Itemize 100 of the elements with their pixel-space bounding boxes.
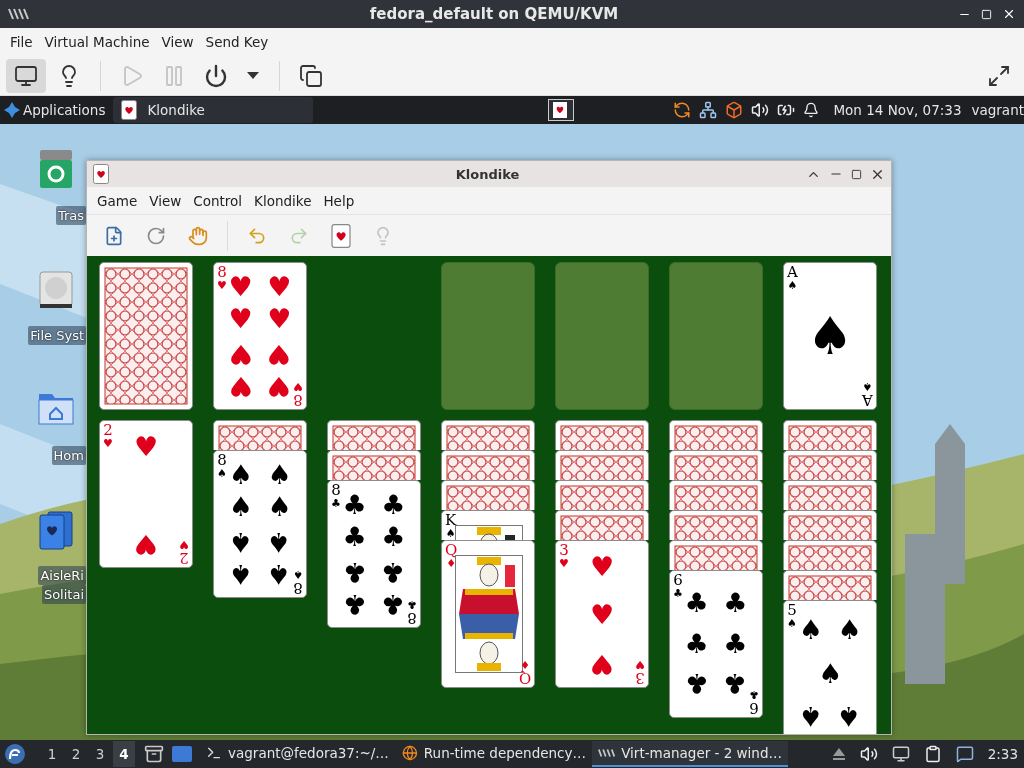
clipboard-icon[interactable] <box>923 745 942 763</box>
playing-card[interactable]: 2 ♥ 2 ♥ ♥ ♥ <box>99 420 193 568</box>
card-rank: 8 <box>293 580 303 595</box>
card-icon[interactable] <box>548 99 575 121</box>
card-back[interactable] <box>783 480 877 510</box>
console-button[interactable] <box>6 58 46 93</box>
card-back[interactable] <box>783 450 877 480</box>
card-back[interactable] <box>669 450 763 480</box>
menu-item[interactable]: Help <box>317 192 361 209</box>
menu-item[interactable]: View <box>155 34 200 50</box>
card-back[interactable] <box>327 420 421 450</box>
suit-pip: ♠ <box>267 560 292 588</box>
card-rank: Q <box>445 543 458 558</box>
suit-pip: ♣ <box>342 522 367 550</box>
card-back[interactable] <box>783 510 877 540</box>
card-back[interactable] <box>783 570 877 600</box>
terminal-icon <box>206 745 222 761</box>
task-button[interactable]: Klondike <box>113 97 314 123</box>
menu-item[interactable]: Virtual Machine <box>38 34 156 50</box>
task-button[interactable]: Run-time dependency… <box>396 741 592 767</box>
close-icon[interactable] <box>1002 7 1016 21</box>
suit-pip: ♣ <box>381 558 406 585</box>
card-rank: 8 <box>331 483 341 498</box>
playing-card[interactable]: A ♠ A ♠ ♠ <box>783 262 877 410</box>
card-rank: 5 <box>787 603 797 618</box>
suit-symbol: ♣ <box>407 599 417 610</box>
workspace-button[interactable]: 1 <box>41 741 63 767</box>
card-back[interactable] <box>441 480 535 510</box>
card-rank: 8 <box>293 392 303 407</box>
task-button[interactable]: vagrant@fedora37:~/… <box>200 741 396 767</box>
card-back[interactable] <box>327 450 421 480</box>
task-button[interactable]: Virt-manager - 2 wind… <box>592 741 788 767</box>
suit-pip: ♠ <box>817 659 843 687</box>
apps-logo-icon <box>4 102 20 118</box>
user-name[interactable]: vagrant <box>971 102 1024 118</box>
suit-pip: ♠ <box>798 702 823 730</box>
package-icon[interactable] <box>725 101 744 119</box>
menu-item[interactable]: View <box>143 192 188 209</box>
card-back[interactable] <box>99 262 193 410</box>
monitor-icon <box>14 63 38 88</box>
fedora-logo-icon[interactable] <box>4 743 26 765</box>
suit-pip: ♥ <box>133 530 159 558</box>
workspace-button[interactable]: 2 <box>65 741 87 767</box>
maximize-icon[interactable] <box>851 168 862 180</box>
clock[interactable]: Mon 14 Nov, 07:33 <box>833 102 962 118</box>
card-back[interactable] <box>555 420 649 450</box>
card-back[interactable] <box>669 540 763 570</box>
notification-icon[interactable] <box>955 745 974 763</box>
card-back[interactable] <box>441 420 535 450</box>
suit-pip: ♠ <box>228 528 253 555</box>
desktop-icon-label[interactable]: Solitai <box>41 585 86 604</box>
workspace-button[interactable]: 4 <box>113 741 135 767</box>
volume-icon[interactable] <box>859 745 878 763</box>
menu-item[interactable]: Control <box>187 192 249 209</box>
card-back[interactable] <box>555 480 649 510</box>
playing-card[interactable]: 3 ♥ 3 ♥ ♥ ♥ ♥ <box>555 540 649 688</box>
card-back[interactable] <box>669 480 763 510</box>
desktop-icon-label[interactable]: Tras <box>55 206 86 225</box>
tray-expand-icon[interactable] <box>831 746 846 762</box>
card-rank: 2 <box>103 423 113 438</box>
suit-pip: ♠ <box>228 460 253 488</box>
card-rank: A <box>787 265 798 280</box>
playing-card[interactable]: K ♠ <box>441 510 535 540</box>
menu-item[interactable]: Game <box>91 192 144 209</box>
workspace-button[interactable]: 3 <box>89 741 111 767</box>
hand-icon <box>188 225 208 246</box>
card-back[interactable] <box>441 450 535 480</box>
desktop-icon-label[interactable]: AisleRi <box>38 566 86 585</box>
cards-icon <box>38 510 74 550</box>
file-cabinet-icon[interactable] <box>144 744 164 764</box>
desktop-icon-label[interactable]: File Syst <box>28 326 86 345</box>
suit-symbol: ♥ <box>559 558 569 569</box>
card-back[interactable] <box>669 510 763 540</box>
card-back[interactable] <box>783 420 877 450</box>
suit-symbol: ♠ <box>445 528 456 539</box>
suit-symbol: ♦ <box>446 558 457 569</box>
bell-icon[interactable] <box>803 102 820 118</box>
suit-pip: ♥ <box>228 340 253 367</box>
card-back[interactable] <box>213 420 307 450</box>
volume-icon[interactable] <box>751 101 770 119</box>
card-icon <box>331 223 351 248</box>
playing-card[interactable]: 6 ♣ 6 ♣ ♣ ♣ ♣ ♣ ♣ ♣ <box>669 570 763 718</box>
menu-item[interactable]: Send Key <box>199 34 275 50</box>
card-rank: K <box>445 513 457 528</box>
desktop-icon-label[interactable]: Hom <box>51 446 86 465</box>
suit-symbol: ♣ <box>331 498 341 509</box>
menu-item[interactable]: Klondike <box>248 192 318 209</box>
card-back[interactable] <box>783 540 877 570</box>
card-back[interactable] <box>669 420 763 450</box>
clock[interactable]: 2:33 <box>987 746 1018 762</box>
menu-item[interactable]: File <box>4 34 39 50</box>
suit-pip: ♠ <box>228 492 253 520</box>
card-back[interactable] <box>555 510 649 540</box>
applications-menu[interactable]: Applications <box>0 96 110 124</box>
card-rank: 8 <box>217 265 227 280</box>
suit-pip: ♥ <box>267 272 292 300</box>
card-rank: 8 <box>217 453 227 468</box>
suit-pip: ♠ <box>228 560 253 588</box>
update-icon[interactable] <box>673 101 692 119</box>
card-back[interactable] <box>555 450 649 480</box>
